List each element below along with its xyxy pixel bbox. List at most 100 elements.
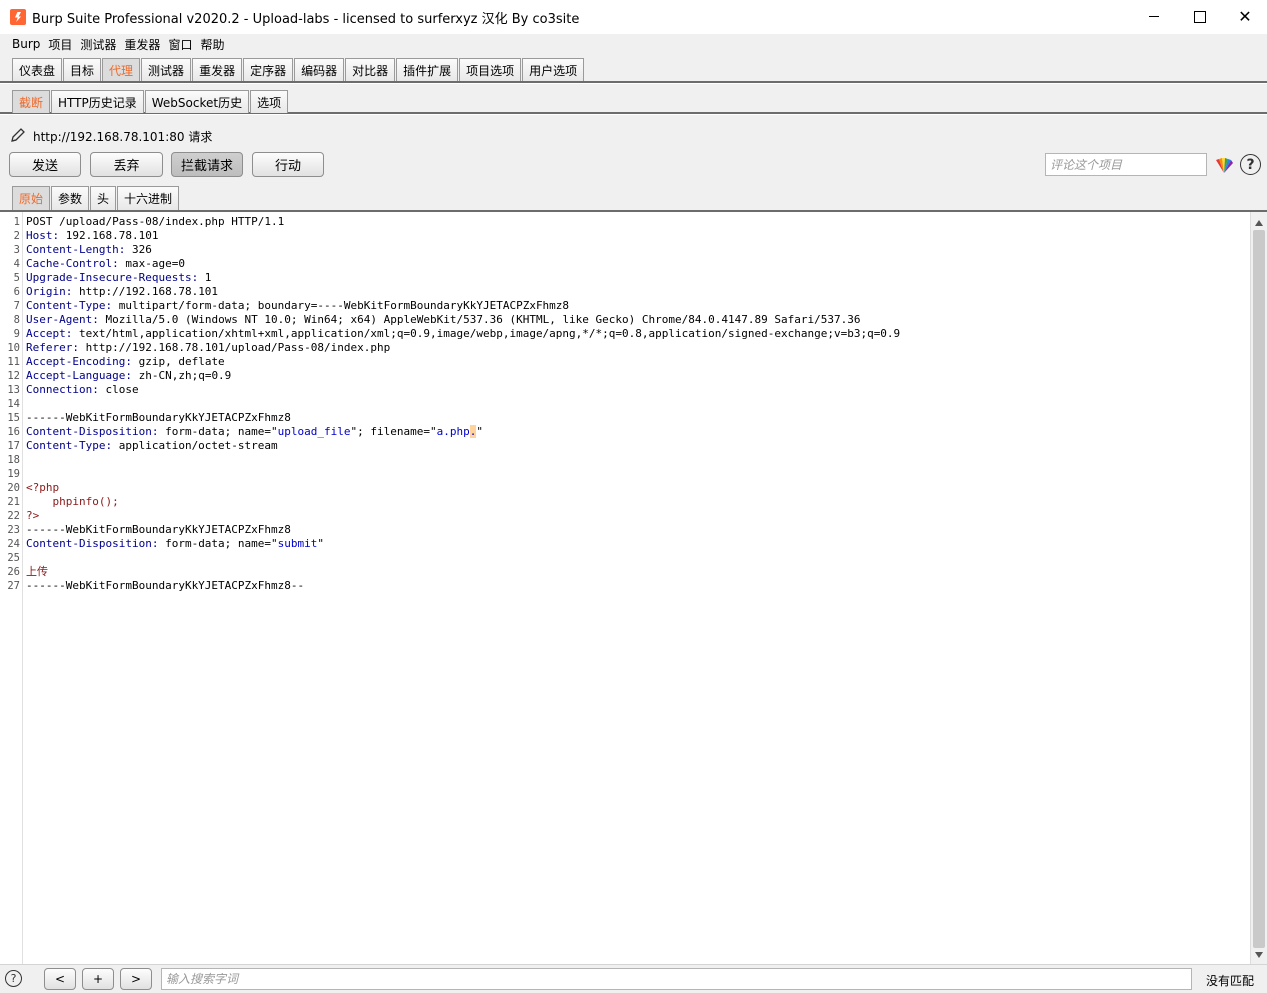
highlight-color-icon[interactable] [1214,155,1234,175]
minimize-button[interactable] [1131,0,1177,33]
line-content: POST /upload/Pass-08/index.php HTTP/1.1 [26,215,284,229]
header-name: Accept-Encoding: [26,355,132,368]
header-value: " [476,425,483,438]
line-content: Content-Type: application/octet-stream [26,439,278,453]
menu-burp[interactable]: Burp [8,37,44,51]
search-options-button[interactable]: + [82,968,114,990]
line-content: ------WebKitFormBoundaryKkYJETACPZxFhmz8 [26,411,291,425]
sub-tab-0[interactable]: 截断 [12,90,51,113]
forward-button[interactable]: 发送 [9,152,81,177]
vertical-scrollbar[interactable] [1250,212,1267,964]
header-value: application/octet-stream [112,439,278,452]
field-name-value: submit [277,537,318,550]
request-line: 26 上传 [0,565,1250,579]
view-tab-3[interactable]: 十六进制 [117,186,180,210]
header-value: max-age=0 [118,257,185,270]
request-line: 20 <?php [0,481,1250,495]
header-name: Content-Disposition: [26,425,159,438]
main-tab-10[interactable]: 用户选项 [522,58,585,81]
main-tab-bar: 仪表盘 目标 代理 测试器 重发器 定序器 编码器 对比器 插件扩展 项目选项 用户选项 [0,54,1267,83]
comment-input[interactable] [1045,153,1207,176]
main-tab-5[interactable]: 定序器 [243,58,294,81]
php-code: ?> [26,509,40,522]
header-value: 326 [125,243,152,256]
main-tab-8[interactable]: 插件扩展 [396,58,459,81]
header-value: 192.168.78.101 [59,229,159,242]
field-name-value: upload_file [277,425,351,438]
main-tab-0[interactable]: 仪表盘 [12,58,63,81]
request-line: 8 User-Agent: Mozilla/5.0 (Windows NT 10.… [0,313,1250,327]
request-line: 7 Content-Type: multipart/form-data; boun… [0,299,1250,313]
burp-logo-icon [10,9,26,25]
menu-project[interactable]: 项目 [44,36,76,53]
sub-tab-2[interactable]: WebSocket历史 [144,90,250,113]
main-tab-4[interactable]: 重发器 [192,58,243,81]
match-status: 没有匹配 [1206,974,1255,988]
sub-tab-3[interactable]: 选项 [250,90,289,113]
line-number: 1 [13,216,20,228]
previous-match-button[interactable]: < [44,968,76,990]
line-number: 23 [7,524,20,536]
scroll-up-icon[interactable] [1255,220,1263,226]
line-content: ------WebKitFormBoundaryKkYJETACPZxFhmz8… [26,579,304,593]
request-line: 12 Accept-Language: zh-CN,zh;q=0.9 [0,369,1250,383]
request-line: 24 Content-Disposition: form-data; name="… [0,537,1250,551]
view-tab-0[interactable]: 原始 [12,186,51,210]
view-tab-2[interactable]: 头 [90,186,117,210]
line-content: Connection: close [26,383,139,397]
header-value: Mozilla/5.0 (Windows NT 10.0; Win64; x64… [98,313,861,326]
line-content: Content-Type: multipart/form-data; bound… [26,299,569,313]
line-number: 4 [13,258,20,270]
header-value: POST /upload/Pass-08/index.php HTTP/1.1 [26,215,285,228]
intercept-toggle-button[interactable]: 拦截请求 [171,152,243,177]
php-code: <?php [26,481,60,494]
request-line: 2 Host: 192.168.78.101 [0,229,1250,243]
maximize-button[interactable] [1177,0,1223,33]
scroll-down-icon[interactable] [1255,952,1263,958]
line-content: User-Agent: Mozilla/5.0 (Windows NT 10.0… [26,313,860,327]
header-value: multipart/form-data; boundary=----WebKit… [112,299,570,312]
intercept-toolbar: http://192.168.78.101:80 请求 发送 丢弃 拦截请求 行… [0,115,1267,211]
view-tab-1[interactable]: 参数 [51,186,90,210]
menu-window[interactable]: 窗口 [164,36,196,53]
header-name: Connection: [26,383,99,396]
menu-intruder[interactable]: 测试器 [76,36,120,53]
menu-help[interactable]: 帮助 [196,36,228,53]
request-line: 25 [0,551,1250,565]
line-number: 5 [13,272,20,284]
request-line: 3 Content-Length: 326 [0,243,1250,257]
main-tab-6[interactable]: 编码器 [294,58,345,81]
main-tab-3[interactable]: 测试器 [141,58,192,81]
line-content: <?php [26,481,59,495]
line-number: 22 [7,510,20,522]
main-tab-1[interactable]: 目标 [63,58,102,81]
request-line: 16 Content-Disposition: form-data; name="… [0,425,1250,439]
sub-tab-1[interactable]: HTTP历史记录 [51,90,144,113]
pencil-icon[interactable] [9,126,27,144]
next-match-button[interactable]: > [120,968,152,990]
search-input[interactable] [161,968,1192,990]
menu-repeater[interactable]: 重发器 [120,36,164,53]
main-tab-9[interactable]: 项目选项 [459,58,522,81]
scrollbar-thumb[interactable] [1253,230,1265,948]
header-name: Content-Type: [26,439,113,452]
header-value: http://192.168.78.101/upload/Pass-08/ind… [78,341,391,354]
main-tab-7[interactable]: 对比器 [345,58,396,81]
line-number: 6 [13,286,20,298]
help-icon[interactable]: ? [1240,154,1261,175]
request-line: 18 [0,453,1250,467]
header-value: "; filename=" [350,425,437,438]
request-text[interactable]: 1 POST /upload/Pass-08/index.php HTTP/1.1… [0,215,1250,593]
request-line: 21 phpinfo(); [0,495,1250,509]
action-button[interactable]: 行动 [252,152,324,177]
search-help-icon[interactable]: ? [5,970,22,987]
close-button[interactable]: ✕ [1222,0,1267,33]
request-line: 10 Referer: http://192.168.78.101/upload/… [0,341,1250,355]
main-tab-2[interactable]: 代理 [102,58,141,81]
line-content: Origin: http://192.168.78.101 [26,285,218,299]
line-content: Accept: text/html,application/xhtml+xml,… [26,327,900,341]
request-editor[interactable]: 1 POST /upload/Pass-08/index.php HTTP/1.1… [0,212,1267,964]
drop-button[interactable]: 丢弃 [90,152,163,177]
line-number: 25 [7,552,20,564]
line-content: ------WebKitFormBoundaryKkYJETACPZxFhmz8 [26,523,291,537]
